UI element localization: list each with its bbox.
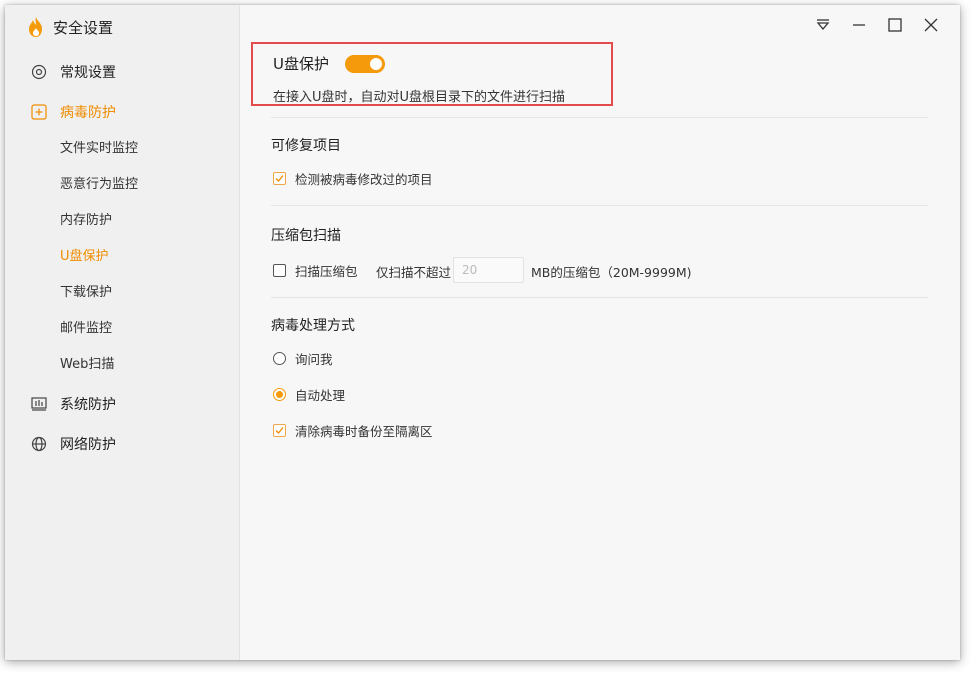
sidebar-item-label: 常规设置 [60, 65, 116, 81]
usb-protection-toggle[interactable] [345, 55, 385, 73]
ask-radio-label: 询问我 [295, 351, 333, 367]
repair-option-label: 检测被病毒修改过的项目 [295, 171, 433, 187]
repair-checkbox[interactable] [273, 171, 286, 185]
divider [271, 205, 928, 206]
sidebar-item-network-protection[interactable]: 网络防护 [31, 433, 116, 455]
backup-option-row[interactable]: 清除病毒时备份至隔离区 [273, 421, 433, 439]
sidebar-item-label: 病毒防护 [60, 105, 116, 121]
sidebar-item-label: 系统防护 [60, 397, 116, 413]
flame-logo-icon [29, 17, 42, 37]
sidebar-subitem-usb-protection[interactable]: U盘保护 [60, 247, 109, 267]
menu-dropdown-icon[interactable] [815, 17, 831, 33]
maximize-icon[interactable] [887, 17, 903, 33]
sidebar-item-system-protection[interactable]: 系统防护 [31, 393, 116, 415]
archive-size-input[interactable]: 20 [453, 257, 524, 283]
archive-limit-suffix: MB的压缩包（20M-9999M) [531, 265, 692, 280]
sidebar-item-virus-protection[interactable]: 病毒防护 [31, 101, 116, 123]
archive-section-title: 压缩包扫描 [271, 228, 341, 244]
backup-option-label: 清除病毒时备份至隔离区 [295, 423, 433, 439]
plus-box-icon [31, 104, 47, 120]
auto-radio[interactable] [273, 387, 286, 401]
archive-option-row[interactable]: 扫描压缩包 [273, 261, 358, 279]
ask-radio[interactable] [273, 351, 286, 365]
sidebar-item-general[interactable]: 常规设置 [31, 61, 116, 83]
minimize-icon[interactable] [851, 17, 867, 33]
radio-dot [276, 390, 283, 398]
toggle-knob [370, 58, 382, 70]
sidebar-subitem-behavior-monitor[interactable]: 恶意行为监控 [60, 175, 138, 195]
sidebar-subitem-download-protection[interactable]: 下载保护 [60, 283, 112, 303]
sidebar-subitem-mail-monitor[interactable]: 邮件监控 [60, 319, 112, 339]
sidebar: 安全设置 常规设置 病毒防护 文件实时监控 恶意行为监控 内存防护 U盘保护 下… [5, 5, 240, 660]
archive-option-label: 扫描压缩包 [295, 263, 358, 279]
backup-checkbox[interactable] [273, 423, 286, 437]
archive-limit-prefix: 仅扫描不超过 [376, 265, 452, 280]
repair-option-row[interactable]: 检测被病毒修改过的项目 [273, 169, 433, 187]
sidebar-item-label: 网络防护 [60, 437, 116, 453]
divider [271, 117, 928, 118]
handling-option-ask[interactable]: 询问我 [273, 349, 333, 367]
divider [271, 297, 928, 298]
globe-icon [31, 436, 47, 452]
settings-window: 安全设置 常规设置 病毒防护 文件实时监控 恶意行为监控 内存防护 U盘保护 下… [5, 5, 960, 660]
handling-option-auto[interactable]: 自动处理 [273, 385, 345, 403]
usb-protection-title: U盘保护 [273, 55, 329, 73]
usb-protection-description: 在接入U盘时，自动对U盘根目录下的文件进行扫描 [273, 90, 566, 105]
archive-checkbox[interactable] [273, 263, 286, 277]
app-brand: 安全设置 [27, 15, 113, 39]
sidebar-subitem-web-scan[interactable]: Web扫描 [60, 355, 114, 375]
close-icon[interactable] [923, 17, 939, 33]
check-icon [275, 174, 284, 182]
sidebar-subitem-file-monitor[interactable]: 文件实时监控 [60, 139, 138, 159]
sidebar-subitem-memory-protection[interactable]: 内存防护 [60, 211, 112, 231]
system-monitor-icon [31, 396, 47, 412]
check-icon [275, 426, 284, 434]
gear-icon [31, 64, 47, 80]
handling-section-title: 病毒处理方式 [271, 318, 355, 334]
app-title: 安全设置 [53, 18, 114, 37]
repair-section-title: 可修复项目 [271, 138, 341, 154]
auto-radio-label: 自动处理 [295, 387, 346, 403]
